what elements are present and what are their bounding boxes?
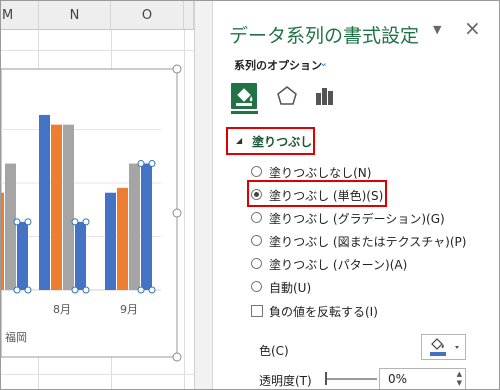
chart-area[interactable] <box>1 1 194 390</box>
transparency-value: 0% <box>388 372 408 386</box>
series-options-tab[interactable] <box>312 83 338 109</box>
radio-automatic[interactable] <box>251 281 262 292</box>
option-pattern-fill[interactable]: 塗りつぶし (パターン)(A) <box>269 256 407 273</box>
bar-series-4-cat-2[interactable] <box>75 221 86 290</box>
fill-section-header[interactable]: 塗りつぶし <box>252 133 312 150</box>
color-picker-button[interactable] <box>421 334 466 360</box>
series-selection-handle <box>137 160 145 168</box>
bar-series-4-cat-3[interactable] <box>141 163 152 290</box>
active-tab-indicator <box>231 111 258 114</box>
option-automatic[interactable]: 自動(U) <box>269 279 311 296</box>
pane-title: データ系列の書式設定 <box>229 25 420 47</box>
radio-solid-fill[interactable] <box>251 189 262 200</box>
collapse-caret-icon[interactable]: ◢ <box>236 136 242 145</box>
paint-bucket-icon <box>236 88 253 106</box>
spin-up-icon[interactable]: ▲ <box>457 370 462 378</box>
option-picture-fill[interactable]: 塗りつぶし (図またはテクスチャ)(P) <box>269 233 466 250</box>
chevron-down-icon[interactable]: ⌄ <box>319 56 328 69</box>
option-solid-fill[interactable]: 塗りつぶし (単色)(S) <box>269 187 383 204</box>
transparency-label: 透明度(T) <box>259 374 312 388</box>
series-selection-handle <box>82 286 90 294</box>
series-selection-handle <box>71 218 79 226</box>
series-selection-handle <box>24 286 32 294</box>
series-selection-handle <box>24 218 32 226</box>
transparency-slider-thumb[interactable] <box>325 372 327 385</box>
bar-series-2-cat-2[interactable] <box>51 124 62 291</box>
series-selection-handle <box>137 286 145 294</box>
bar-chart-icon <box>316 88 333 105</box>
chart-resize-handle[interactable] <box>172 208 182 218</box>
x-tick-label-aug: 8月 <box>53 303 71 316</box>
transparency-input[interactable]: 0% ▲ ▼ <box>379 368 466 389</box>
pane-title-dropdown-icon[interactable]: ▼ <box>433 23 441 36</box>
series-selection-handle <box>13 286 21 294</box>
radio-pattern-fill[interactable] <box>251 258 262 269</box>
series-selection-handle <box>71 286 79 294</box>
bar-series-3-cat-2[interactable] <box>63 124 74 291</box>
spreadsheet-area: M N O 8月 9月 福岡 <box>1 1 194 390</box>
x-axis-group-label: 福岡 <box>5 331 27 344</box>
effects-tab[interactable] <box>274 83 300 109</box>
close-icon[interactable]: × <box>464 16 481 40</box>
color-label: 色(C) <box>259 344 289 358</box>
radio-picture-fill[interactable] <box>251 235 262 246</box>
pane-splitter[interactable] <box>194 1 213 389</box>
bar-series-3-cat-3[interactable] <box>129 163 140 290</box>
bar-series-2-cat-1[interactable] <box>1 192 4 290</box>
series-selection-handle <box>148 286 156 294</box>
fill-color-icon <box>430 338 459 356</box>
series-selection-handle <box>82 218 90 226</box>
transparency-slider[interactable] <box>327 378 377 380</box>
bar-series-4-cat-1[interactable] <box>17 221 28 290</box>
option-gradient-fill[interactable]: 塗りつぶし (グラデーション)(G) <box>269 210 445 227</box>
chart-resize-handle[interactable] <box>172 352 182 362</box>
series-selection-handle <box>148 160 156 168</box>
invert-if-negative-checkbox[interactable] <box>251 305 263 317</box>
series-selection-handle <box>13 218 21 226</box>
bar-series-1-cat-2[interactable] <box>39 114 50 290</box>
spin-down-icon[interactable]: ▼ <box>457 379 462 387</box>
series-options-label[interactable]: 系列のオプション <box>234 57 322 73</box>
radio-gradient-fill[interactable] <box>251 212 262 223</box>
x-tick-label-sep: 9月 <box>120 303 138 316</box>
option-no-fill[interactable]: 塗りつぶしなし(N) <box>269 164 371 181</box>
chart-resize-handle[interactable] <box>172 64 182 74</box>
format-data-series-pane: データ系列の書式設定 ▼ × 系列のオプション ⌄ ◢ 塗りつぶし 塗りつぶしな… <box>214 1 499 389</box>
bar-series-2-cat-3[interactable] <box>117 187 128 290</box>
bar-series-1-cat-3[interactable] <box>105 192 116 290</box>
app-window: M N O 8月 9月 福岡 データ系列の書式設定 ▼ × 系列のオプション ⌄ <box>0 0 500 390</box>
bar-series-3-cat-1[interactable] <box>5 163 16 290</box>
radio-no-fill[interactable] <box>251 166 262 177</box>
pentagon-icon <box>277 86 297 105</box>
invert-if-negative-label[interactable]: 負の値を反転する(I) <box>269 303 378 320</box>
fill-line-tab[interactable] <box>231 83 257 109</box>
